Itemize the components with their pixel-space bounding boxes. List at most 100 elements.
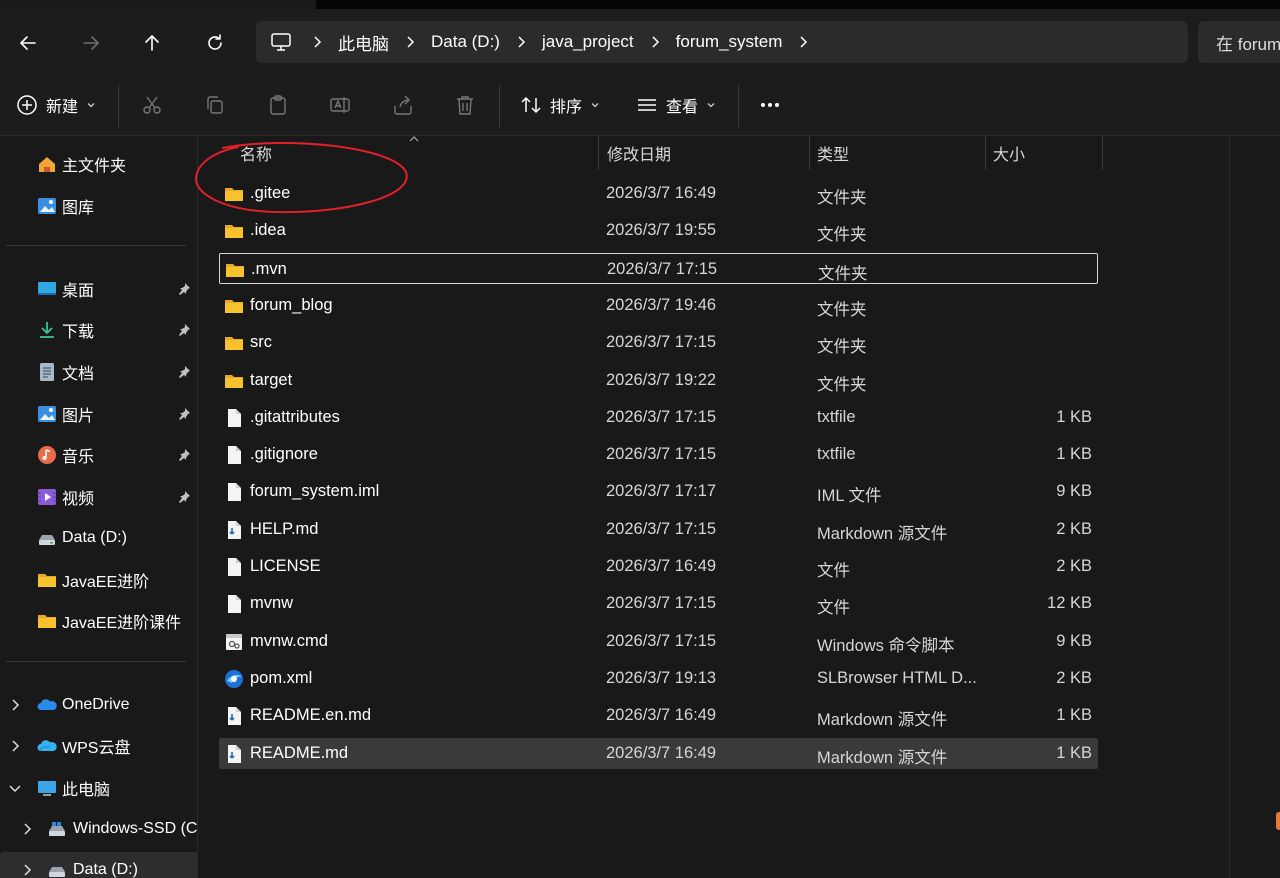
file-name[interactable]: mvnw [250, 594, 293, 613]
chevron-right-icon[interactable] [20, 863, 34, 877]
sidebar-item-this-pc[interactable]: 此电脑 [0, 770, 197, 806]
chevron-right-icon[interactable] [20, 822, 34, 836]
forward-button[interactable] [73, 25, 109, 61]
breadcrumb-forum-system[interactable]: forum_system [676, 32, 783, 52]
delete-button[interactable] [454, 89, 476, 121]
column-resize-handle[interactable] [598, 136, 599, 170]
sidebar-item-data-drive[interactable]: Data (D:) [0, 520, 197, 556]
scissors-icon [143, 96, 161, 114]
file-row[interactable]: HELP.md 2026/3/7 17:15 Markdown 源文件 2 KB [219, 514, 1098, 545]
view-button[interactable]: 查看 [636, 89, 716, 121]
file-name[interactable]: .mvn [251, 260, 287, 279]
search-input[interactable]: 在 forum_system 中搜索 [1198, 21, 1280, 63]
file-name[interactable]: LICENSE [250, 557, 321, 576]
sidebar-item-gallery[interactable]: 图库 [0, 188, 197, 224]
file-row[interactable]: .gitignore 2026/3/7 17:15 txtfile 1 KB [219, 439, 1098, 470]
chevron-right-icon[interactable] [310, 35, 324, 49]
chevron-right-icon[interactable] [403, 35, 417, 49]
sidebar-item-music[interactable]: 音乐 [0, 437, 197, 473]
file-row[interactable]: README.en.md 2026/3/7 16:49 Markdown 源文件 1 … [219, 700, 1098, 731]
more-button[interactable] [759, 89, 781, 121]
chevron-right-icon[interactable] [8, 698, 22, 712]
sidebar-item-home[interactable]: 主文件夹 [0, 146, 197, 182]
paste-button[interactable] [267, 89, 289, 121]
sidebar-item-windows-ssd[interactable]: Windows-SSD (C:) [0, 811, 197, 847]
sidebar-item-pictures[interactable]: 图片 [0, 396, 197, 432]
file-row[interactable]: forum_system.iml 2026/3/7 17:17 IML 文件 9 KB [219, 476, 1098, 507]
chevron-right-icon[interactable] [514, 35, 528, 49]
up-button[interactable] [134, 25, 170, 61]
file-row[interactable]: pom.xml 2026/3/7 19:13 SLBrowser HTML D...… [219, 663, 1098, 694]
file-type: 文件夹 [817, 226, 867, 245]
floating-widget-edge[interactable] [1276, 812, 1280, 830]
file-name[interactable]: src [250, 333, 272, 352]
file-name[interactable]: README.md [250, 744, 348, 763]
sidebar-item-javaee-course[interactable]: JavaEE进阶课件 [0, 603, 197, 639]
sidebar-item-wps-cloud[interactable]: WPS云盘 [0, 728, 197, 764]
pin-icon[interactable] [177, 407, 191, 421]
file-size: 1 KB [1056, 445, 1092, 464]
sidebar-item-documents[interactable]: 文档 [0, 354, 197, 390]
music-icon [36, 444, 58, 466]
file-row[interactable]: mvnw.cmd 2026/3/7 17:15 Windows 命令脚本 9 KB [219, 626, 1098, 657]
file-name[interactable]: mvnw.cmd [250, 632, 328, 651]
folder-row[interactable]: .mvn 2026/3/7 17:15 文件夹 [219, 252, 1098, 284]
new-button[interactable]: 新建 [16, 89, 96, 121]
chevron-right-icon[interactable] [8, 739, 22, 753]
file-name[interactable]: .gitignore [250, 445, 318, 464]
sidebar-item-desktop[interactable]: 桌面 [0, 271, 197, 307]
pin-icon[interactable] [177, 490, 191, 504]
pin-icon[interactable] [177, 448, 191, 462]
pin-icon[interactable] [177, 323, 191, 337]
column-resize-handle[interactable] [985, 136, 986, 170]
file-name[interactable]: pom.xml [250, 669, 312, 688]
file-name[interactable]: target [250, 371, 292, 390]
column-header-size[interactable]: 大小 [993, 136, 1025, 170]
sidebar-item-onedrive[interactable]: OneDrive [0, 687, 197, 723]
file-name[interactable]: forum_blog [250, 296, 333, 315]
folder-row[interactable]: forum_blog 2026/3/7 19:46 文件夹 [219, 290, 1098, 321]
pin-icon[interactable] [177, 365, 191, 379]
column-resize-handle[interactable] [809, 136, 810, 170]
chevron-right-icon[interactable] [648, 35, 662, 49]
file-date: 2026/3/7 17:15 [606, 519, 717, 538]
back-button[interactable] [10, 25, 46, 61]
breadcrumb-java-project[interactable]: java_project [542, 32, 634, 52]
sort-button[interactable]: 排序 [520, 89, 600, 121]
folder-row[interactable]: target 2026/3/7 19:22 文件夹 [219, 365, 1098, 396]
folder-row[interactable]: .idea 2026/3/7 19:55 文件夹 [219, 215, 1098, 246]
folder-row[interactable]: src 2026/3/7 17:15 文件夹 [219, 327, 1098, 358]
refresh-button[interactable] [197, 25, 233, 61]
file-date: 2026/3/7 19:55 [606, 221, 717, 240]
toolbar-divider [738, 85, 739, 127]
breadcrumb-data-drive[interactable]: Data (D:) [431, 32, 500, 52]
sidebar-item-downloads[interactable]: 下载 [0, 312, 197, 348]
breadcrumb-this-pc[interactable]: 此电脑 [338, 30, 389, 55]
file-row[interactable]: .gitattributes 2026/3/7 17:15 txtfile 1 KB [219, 402, 1098, 433]
sidebar-item-javaee[interactable]: JavaEE进阶 [0, 562, 197, 598]
column-header-date[interactable]: 修改日期 [607, 136, 671, 170]
file-name[interactable]: .idea [250, 221, 286, 240]
file-row[interactable]: mvnw 2026/3/7 17:15 文件 12 KB [219, 588, 1098, 619]
chevron-down-icon [87, 103, 95, 108]
chevron-right-icon[interactable] [796, 35, 810, 49]
share-button[interactable] [392, 89, 414, 121]
file-type: 文件夹 [817, 300, 867, 319]
sidebar-item-videos[interactable]: 视频 [0, 479, 197, 515]
address-bar[interactable]: 此电脑 Data (D:) java_project forum_system [256, 21, 1188, 63]
column-header-type[interactable]: 类型 [817, 136, 849, 170]
file-name[interactable]: forum_system.iml [250, 482, 379, 501]
pin-icon[interactable] [177, 282, 191, 296]
sidebar-item-data-drive-tree[interactable]: Data (D:) [0, 852, 197, 878]
file-name[interactable]: .gitattributes [250, 408, 340, 427]
file-name[interactable]: HELP.md [250, 520, 318, 539]
rename-button[interactable] [329, 89, 351, 121]
chevron-down-icon[interactable] [8, 781, 22, 795]
file-row[interactable]: LICENSE 2026/3/7 16:49 文件 2 KB [219, 551, 1098, 582]
file-name[interactable]: README.en.md [250, 706, 371, 725]
copy-button[interactable] [204, 89, 226, 121]
cut-button[interactable] [141, 89, 163, 121]
file-row[interactable]: README.md 2026/3/7 16:49 Markdown 源文件 1 KB [219, 737, 1098, 769]
sidebar-item-label: Data (D:) [73, 861, 138, 878]
column-resize-handle[interactable] [1102, 136, 1103, 170]
